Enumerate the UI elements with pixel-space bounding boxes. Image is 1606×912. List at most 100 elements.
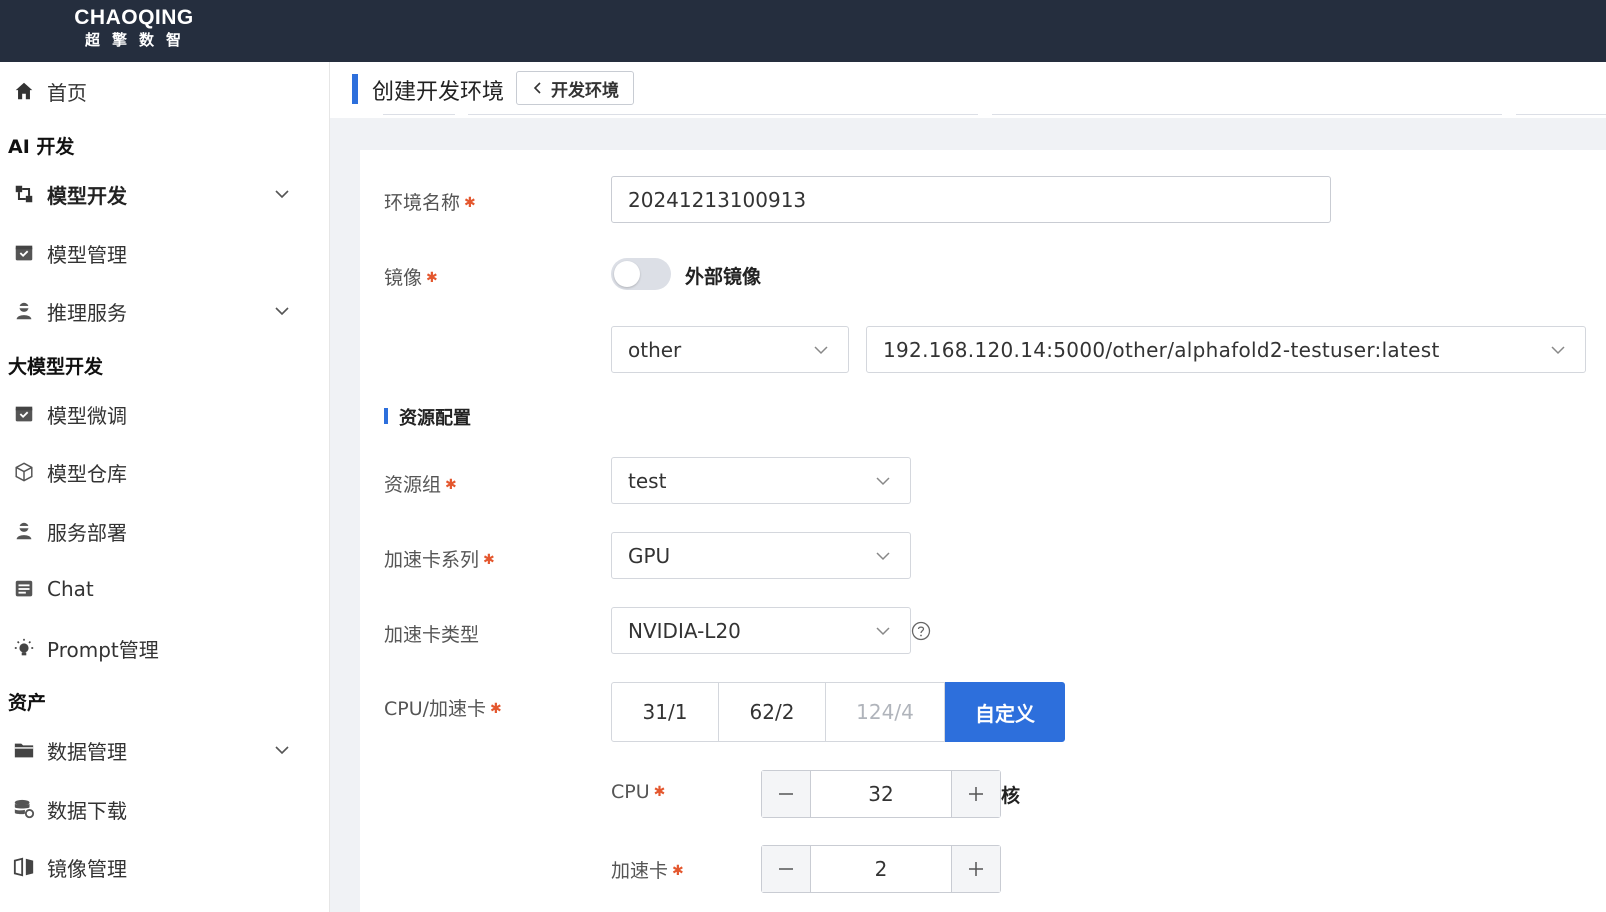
resource-group-select[interactable]: test bbox=[611, 457, 911, 504]
sidebar-item-image-management[interactable]: 镜像管理 bbox=[0, 845, 330, 889]
content-spacer bbox=[360, 118, 1606, 148]
resource-section-title: 资源配置 bbox=[399, 408, 471, 429]
resource-group-value: test bbox=[628, 468, 667, 493]
accel-count-input[interactable]: 2 bbox=[810, 846, 952, 892]
accel-series-select[interactable]: GPU bbox=[611, 532, 911, 579]
sidebar-item-label: 模型开发 bbox=[47, 183, 127, 208]
sidebar-item-model-management[interactable]: 模型管理 bbox=[0, 231, 330, 275]
sidebar-item-deploy[interactable]: 服务部署 bbox=[0, 509, 330, 553]
required-mark: ✱ bbox=[483, 552, 495, 568]
model-dev-icon bbox=[12, 182, 36, 206]
plus-icon bbox=[969, 862, 983, 876]
chevron-down-icon[interactable] bbox=[272, 301, 292, 321]
nav-group-assets: 资产 bbox=[8, 692, 47, 714]
image-label-text: 镜像 bbox=[384, 267, 423, 289]
accel-count-stepper: 2 bbox=[761, 845, 1001, 893]
required-mark: ✱ bbox=[445, 477, 457, 493]
sidebar-item-label: Prompt管理 bbox=[47, 637, 159, 662]
page-title: 创建开发环境 bbox=[372, 80, 505, 105]
accel-series-label-text: 加速卡系列 bbox=[384, 549, 480, 571]
cpu-accel-label-text: CPU/加速卡 bbox=[384, 698, 487, 720]
brand-logo[interactable]: CHAOQING 超擎数智 bbox=[44, 6, 224, 50]
cpu-accel-option-31-1[interactable]: 31/1 bbox=[611, 682, 719, 742]
accel-type-label-text: 加速卡类型 bbox=[384, 624, 480, 646]
sidebar-item-model-dev[interactable]: 模型开发 bbox=[0, 172, 330, 216]
sidebar-item-fine-tune[interactable]: 模型微调 bbox=[0, 392, 330, 436]
accel-type-select[interactable]: NVIDIA-L20 bbox=[611, 607, 911, 654]
resource-group-label-text: 资源组 bbox=[384, 474, 442, 496]
sidebar-item-data-management[interactable]: 数据管理 bbox=[0, 728, 330, 772]
page-header: 创建开发环境 开发环境 bbox=[330, 62, 1606, 118]
cpu-accel-label: CPU/加速卡 ✱ bbox=[384, 694, 502, 721]
required-mark: ✱ bbox=[653, 784, 666, 800]
image-category-value: other bbox=[628, 337, 682, 362]
sidebar-item-model-repo[interactable]: 模型仓库 bbox=[0, 450, 330, 494]
brand-subtitle: 超擎数智 bbox=[84, 31, 193, 49]
image-url-value: 192.168.120.14:5000/other/alphafold2-tes… bbox=[883, 337, 1440, 362]
accel-count-label: 加速卡 ✱ bbox=[611, 856, 684, 883]
chevron-down-icon bbox=[1551, 345, 1565, 354]
cpu-value-input[interactable]: 32 bbox=[810, 771, 952, 817]
agent-icon bbox=[12, 519, 36, 543]
section-accent-bar bbox=[384, 408, 388, 424]
cpu-accel-option-124-4[interactable]: 124/4 bbox=[825, 682, 945, 742]
step-divider bbox=[992, 114, 1502, 115]
accel-decrement-button[interactable] bbox=[762, 846, 810, 892]
env-name-label-text: 环境名称 bbox=[384, 192, 461, 214]
minus-icon bbox=[779, 868, 793, 870]
chat-icon bbox=[12, 577, 36, 601]
accel-type-value: NVIDIA-L20 bbox=[628, 618, 741, 643]
required-mark: ✱ bbox=[672, 863, 684, 879]
toggle-knob bbox=[614, 261, 640, 287]
image-category-select[interactable]: other bbox=[611, 326, 849, 373]
env-name-input[interactable]: 20241213100913 bbox=[611, 176, 1331, 223]
back-button[interactable]: 开发环境 bbox=[516, 71, 634, 105]
chevron-down-icon bbox=[876, 551, 890, 560]
step-divider bbox=[468, 114, 978, 115]
cpu-accel-option-62-2[interactable]: 62/2 bbox=[718, 682, 826, 742]
sidebar-item-label: 数据管理 bbox=[47, 739, 127, 764]
nav-group-llm-dev: 大模型开发 bbox=[8, 356, 104, 378]
sidebar-item-chat[interactable]: Chat bbox=[0, 567, 330, 611]
top-bar: CHAOQING 超擎数智 bbox=[0, 0, 1606, 62]
sidebar-item-label: 推理服务 bbox=[47, 300, 127, 325]
external-image-toggle[interactable] bbox=[611, 258, 671, 290]
chevron-down-icon bbox=[814, 345, 828, 354]
chevron-down-icon[interactable] bbox=[272, 184, 292, 204]
sidebar-item-prompt[interactable]: Prompt管理 bbox=[0, 626, 330, 670]
sidebar-item-data-download[interactable]: 数据下载 bbox=[0, 787, 330, 831]
cube-icon bbox=[12, 460, 36, 484]
box-icon bbox=[12, 241, 36, 265]
cpu-decrement-button[interactable] bbox=[762, 771, 810, 817]
sidebar-item-label: 模型管理 bbox=[47, 242, 127, 267]
mirror-icon bbox=[12, 855, 36, 879]
accel-type-label: 加速卡类型 bbox=[384, 620, 479, 647]
chevron-down-icon bbox=[876, 626, 890, 635]
nav-group-ai-dev: AI 开发 bbox=[8, 136, 75, 158]
cpu-increment-button[interactable] bbox=[952, 771, 1000, 817]
back-button-label: 开发环境 bbox=[551, 80, 619, 101]
brand-name: CHAOQING bbox=[74, 6, 194, 29]
agent-icon bbox=[12, 299, 36, 323]
step-divider bbox=[383, 114, 455, 115]
image-url-select[interactable]: 192.168.120.14:5000/other/alphafold2-tes… bbox=[866, 326, 1586, 373]
sidebar-item-label: 模型微调 bbox=[47, 403, 127, 428]
accel-increment-button[interactable] bbox=[952, 846, 1000, 892]
cpu-label: CPU ✱ bbox=[611, 781, 665, 803]
sidebar-item-label: Chat bbox=[47, 577, 94, 601]
step-divider bbox=[1516, 114, 1606, 115]
chevron-down-icon[interactable] bbox=[272, 740, 292, 760]
chevron-down-icon bbox=[876, 476, 890, 485]
cpu-unit: 核 bbox=[1001, 785, 1021, 807]
external-image-label: 外部镜像 bbox=[685, 266, 762, 288]
sidebar-item-inference[interactable]: 推理服务 bbox=[0, 289, 330, 333]
plus-icon bbox=[969, 787, 983, 801]
title-accent-bar bbox=[352, 74, 358, 104]
cpu-accel-option-custom[interactable]: 自定义 bbox=[945, 682, 1065, 742]
home-icon bbox=[12, 79, 36, 103]
help-icon[interactable] bbox=[911, 621, 931, 641]
sidebar-item-home[interactable]: 首页 bbox=[0, 69, 330, 113]
sidebar-item-label: 镜像管理 bbox=[47, 856, 127, 881]
sidebar-item-label: 模型仓库 bbox=[47, 461, 127, 486]
cpu-stepper: 32 bbox=[761, 770, 1001, 818]
